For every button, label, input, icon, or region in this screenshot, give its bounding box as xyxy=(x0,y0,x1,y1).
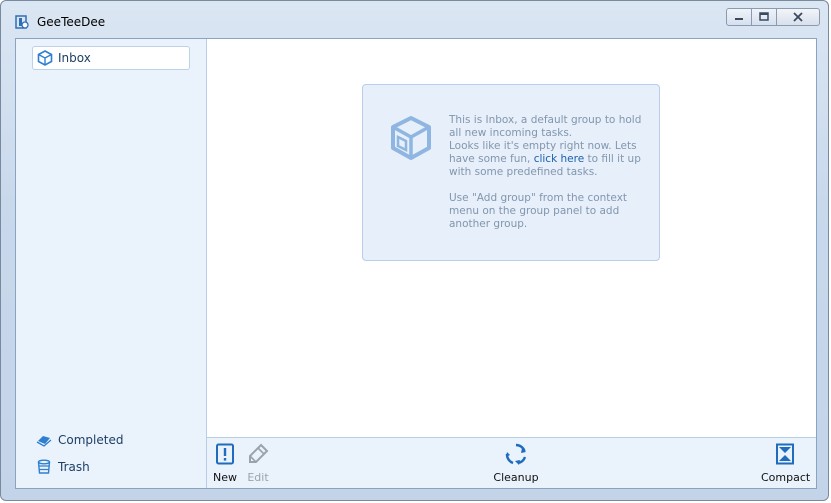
edit-button[interactable]: Edit xyxy=(245,443,271,484)
window-title: GeeTeeDee xyxy=(37,15,106,29)
minimize-icon xyxy=(735,18,743,20)
fill-tasks-link[interactable]: click here xyxy=(534,153,584,165)
maximize-icon xyxy=(759,12,769,21)
completed-icon xyxy=(36,436,52,447)
pencil-icon xyxy=(249,443,269,463)
bottom-toolbar: New Edit Cleanup Compact xyxy=(207,437,816,488)
box-icon xyxy=(391,116,431,160)
compact-button-label: Compact xyxy=(761,471,811,484)
cleanup-button-label: Cleanup xyxy=(493,471,539,484)
cleanup-icon xyxy=(505,443,527,465)
empty-group-hint: This is Inbox, a default group to hold a… xyxy=(362,84,660,261)
hint-line-2: Looks like it's empty right now. Lets ha… xyxy=(449,140,641,178)
task-list-area[interactable]: This is Inbox, a default group to hold a… xyxy=(207,39,816,437)
trash-label: Trash xyxy=(58,460,90,474)
title-bar[interactable]: GeeTeeDee xyxy=(1,1,828,35)
client-area: Inbox Completed Trash This is Inbox, a d… xyxy=(15,38,817,489)
group-item-label: Inbox xyxy=(58,51,91,65)
close-button[interactable] xyxy=(776,8,820,26)
trash-icon xyxy=(37,459,51,474)
completed-label: Completed xyxy=(58,433,124,447)
cleanup-button[interactable]: Cleanup xyxy=(493,443,539,484)
app-icon xyxy=(15,15,29,29)
minimize-button[interactable] xyxy=(726,8,752,26)
compact-icon xyxy=(776,443,794,465)
maximize-button[interactable] xyxy=(751,8,777,26)
new-button-label: New xyxy=(213,471,237,484)
edit-button-label: Edit xyxy=(247,471,269,484)
hint-line-3: Use "Add group" from the context menu on… xyxy=(449,192,628,230)
new-button[interactable]: New xyxy=(213,443,237,484)
group-item-inbox[interactable]: Inbox xyxy=(32,46,190,70)
compact-button[interactable]: Compact xyxy=(761,443,811,484)
app-window: GeeTeeDee Inbox Completed Trash This is … xyxy=(0,0,829,501)
group-panel[interactable]: Inbox Completed Trash xyxy=(16,39,207,488)
new-task-icon xyxy=(216,443,234,465)
box-icon xyxy=(37,50,53,66)
close-icon xyxy=(793,12,803,22)
hint-line-1: This is Inbox, a default group to hold a… xyxy=(449,114,642,139)
